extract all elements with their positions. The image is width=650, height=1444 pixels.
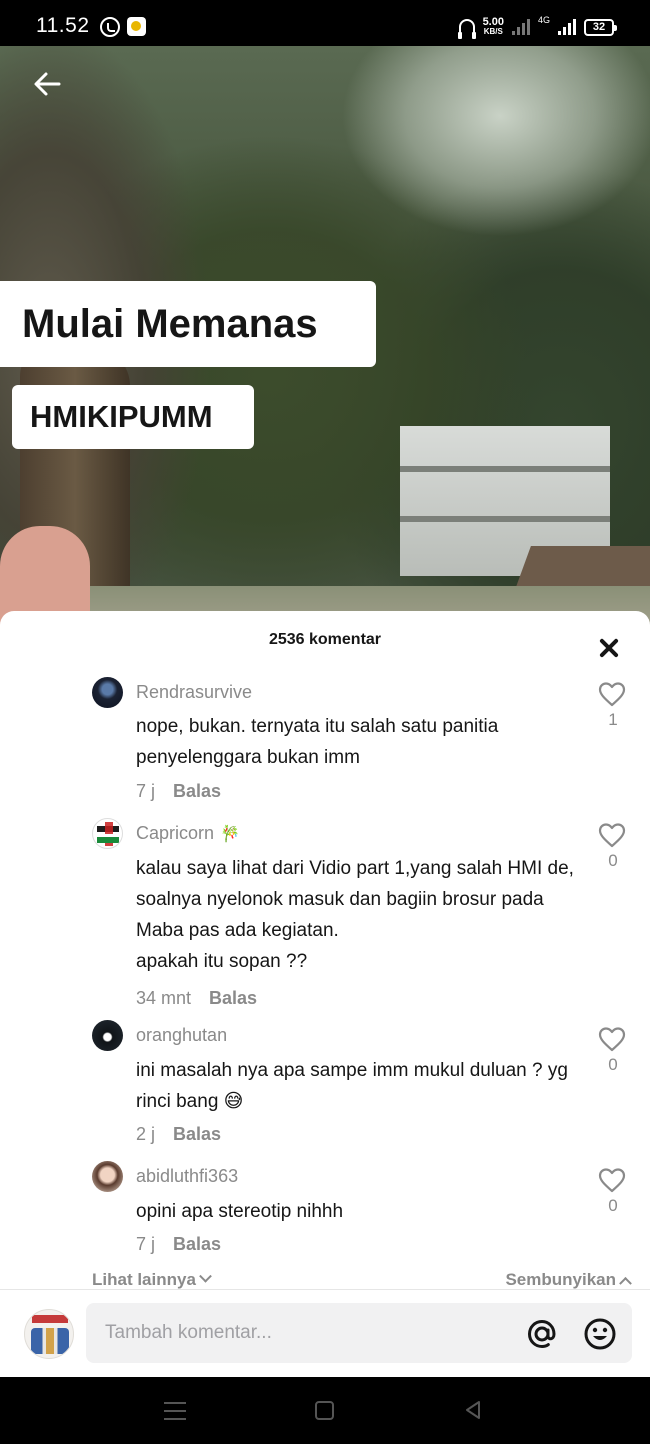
comment-time: 7 j [136,781,156,801]
comment-username[interactable]: Capricorn [136,823,214,843]
chevron-up-icon [619,1276,632,1290]
comment-username-row: Capricorn 🎋 [136,821,240,847]
like-count: 0 [608,1055,618,1074]
flag-avatar-mark [105,822,113,846]
network-speed: 5.00 KB/S [482,16,504,37]
comments-footer-row: Lihat lainnya Sembunyikan [0,1268,650,1294]
like-count: 0 [608,1196,618,1215]
divider [0,1289,650,1290]
reply-button[interactable]: Balas [173,1234,221,1254]
comment-meta: 7 j Balas [136,781,221,802]
comment-username[interactable]: abidluthfi363 [136,1164,238,1188]
comment-username[interactable]: Rendrasurvive [136,680,252,704]
comment-time: 7 j [136,1234,156,1254]
comment-input[interactable] [86,1303,506,1363]
heart-icon [598,823,626,848]
emoji-button[interactable] [582,1316,618,1352]
comment-time: 34 mnt [136,988,192,1008]
heart-icon [598,682,626,707]
view-more-label: Lihat lainnya [92,1270,196,1289]
avatar[interactable] [92,677,123,708]
network-type: 4G [537,15,550,25]
username-emoji: 🎋 [220,826,240,843]
like-button[interactable] [598,1167,628,1193]
status-bar: 11.52 5.00 KB/S 4G 32 [0,0,650,52]
reply-button[interactable]: Balas [209,988,257,1008]
close-icon[interactable] [596,635,622,661]
battery-icon: 32 [584,18,617,36]
comment-input-box[interactable] [86,1303,632,1363]
comment-text: nope, bukan. ternyata itu salah satu pan… [136,716,499,768]
comments-sheet: 2536 komentar Rendrasurvive nope, bukan.… [0,611,650,1377]
recent-apps-button[interactable] [164,1402,186,1420]
chevron-down-icon [199,1269,212,1283]
hide-label: Sembunyikan [505,1270,616,1289]
like-count: 1 [608,710,618,729]
back-button[interactable] [28,64,68,104]
like-button[interactable] [598,681,628,707]
video-caption-title: Mulai Memanas [0,281,376,367]
comment-text: kalau saya lihat dari Vidio part 1,yang … [136,858,574,972]
at-sign-icon [527,1319,556,1349]
signal-sim1-icon [511,19,530,35]
status-indicators: 5.00 KB/S 4G 32 [457,15,617,39]
app-notification-icon [127,17,146,36]
video-caption-tag: HMIKIPUMM [12,385,254,449]
comment-time: 2 j [136,1124,156,1144]
like-button[interactable] [598,1026,628,1052]
comment-username[interactable]: oranghutan [136,1023,227,1047]
network-speed-unit: KB/S [483,27,503,36]
comments-count-title: 2536 komentar [268,631,382,648]
headphones-icon [457,19,476,39]
comment-text: ini masalah nya apa sampe imm mukul dulu… [136,1060,568,1112]
network-speed-value: 5.00 [482,16,504,28]
system-nav-bar [0,1377,650,1444]
avatar[interactable] [92,1161,123,1192]
triangle-back-icon [466,1401,480,1419]
home-button[interactable] [315,1401,334,1420]
comment-meta: 34 mnt Balas [136,988,257,1009]
heart-icon [598,1168,626,1193]
signal-sim2-icon [558,19,576,35]
heart-icon [598,1027,626,1052]
status-time: 11.52 [36,14,90,37]
like-button[interactable] [598,822,628,848]
arrow-left-icon [34,72,61,96]
comment-meta: 2 j Balas [136,1124,221,1145]
mention-button[interactable] [524,1316,560,1352]
hide-button[interactable]: Sembunyikan [505,1270,632,1290]
avatar[interactable] [92,1020,123,1051]
view-more-button[interactable]: Lihat lainnya [92,1269,212,1290]
comment-text: opini apa stereotip nihhh [136,1201,344,1222]
smiley-icon [584,1318,616,1350]
reply-button[interactable]: Balas [173,781,221,801]
comment-meta: 7 j Balas [136,1234,221,1255]
like-count: 0 [608,851,618,870]
system-back-button[interactable] [462,1399,484,1421]
comment-composer [0,1301,650,1377]
reply-button[interactable]: Balas [173,1124,221,1144]
avatar[interactable] [92,818,123,849]
whatsapp-notification-icon [100,17,120,37]
my-avatar [24,1309,74,1359]
